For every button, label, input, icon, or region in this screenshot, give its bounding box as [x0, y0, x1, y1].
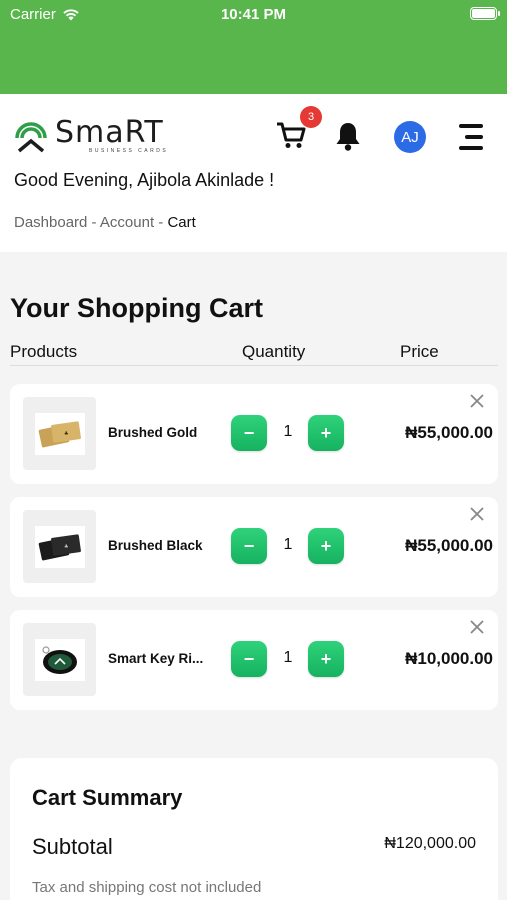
cart-count-badge: 3	[300, 106, 322, 128]
cart-column-headers: Products Quantity Price	[10, 342, 498, 366]
column-products: Products	[10, 342, 78, 361]
product-image: ♣	[23, 397, 96, 470]
cart-item: Smart Key Ri... − 1 + ₦10,000.00	[10, 610, 498, 710]
breadcrumb: Dashboard - Account - Cart	[14, 214, 196, 231]
subtotal-value: ₦120,000.00	[384, 835, 476, 852]
decrease-quantity-button[interactable]: −	[231, 415, 267, 451]
remove-item-close-icon[interactable]	[470, 620, 484, 634]
increase-quantity-button[interactable]: +	[308, 528, 344, 564]
breadcrumb-dashboard[interactable]: Dashboard	[14, 214, 87, 231]
tax-note: Tax and shipping cost not included	[32, 879, 262, 896]
item-name: Brushed Black	[108, 538, 203, 553]
item-price: ₦10,000.00	[405, 649, 493, 668]
breadcrumb-cart: Cart	[167, 214, 196, 231]
remove-item-close-icon[interactable]	[470, 507, 484, 521]
logo-wordmark: SmaRT	[55, 115, 164, 150]
breadcrumb-account[interactable]: Account	[100, 214, 154, 231]
logo-mark-icon	[15, 122, 47, 153]
decrease-quantity-button[interactable]: −	[231, 528, 267, 564]
item-quantity: 1	[283, 649, 293, 666]
black-card-image: ♣	[38, 533, 81, 560]
hamburger-menu-icon[interactable]	[455, 123, 483, 153]
cart-summary-title: Cart Summary	[32, 785, 183, 810]
status-bar: Carrier 10:41 PM	[0, 0, 507, 94]
gold-card-image: ♣	[38, 420, 81, 447]
greeting-text: Good Evening, Ajibola Akinlade !	[14, 170, 275, 190]
product-image	[23, 623, 96, 696]
notification-bell-icon[interactable]	[333, 120, 363, 152]
svg-text:♣: ♣	[64, 431, 68, 437]
svg-text:♣: ♣	[64, 544, 68, 550]
battery-icon	[470, 7, 500, 20]
increase-quantity-button[interactable]: +	[308, 415, 344, 451]
cart-summary-card: Cart Summary Subtotal ₦120,000.00 Tax an…	[10, 758, 498, 900]
user-avatar[interactable]: AJ	[394, 121, 426, 153]
item-price: ₦55,000.00	[405, 423, 493, 442]
logo-tagline: BUSINESS CARDS	[89, 148, 169, 154]
column-price: Price	[400, 342, 439, 361]
item-quantity: 1	[283, 423, 293, 440]
product-image: ♣	[23, 510, 96, 583]
item-quantity: 1	[283, 536, 293, 553]
increase-quantity-button[interactable]: +	[308, 641, 344, 677]
item-name: Smart Key Ri...	[108, 651, 204, 666]
breadcrumb-separator: -	[87, 214, 100, 231]
cart-item: ♣ Brushed Black − 1 + ₦55,000.00	[10, 497, 498, 597]
item-name: Brushed Gold	[108, 425, 198, 440]
subtotal-label: Subtotal	[32, 834, 113, 859]
smart-logo[interactable]: SmaRT BUSINESS CARDS	[13, 118, 168, 154]
key-ring-image	[41, 645, 77, 674]
column-quantity: Quantity	[242, 342, 306, 361]
clock: 10:41 PM	[220, 6, 287, 23]
breadcrumb-separator: -	[154, 214, 168, 231]
decrease-quantity-button[interactable]: −	[231, 641, 267, 677]
remove-item-close-icon[interactable]	[470, 394, 484, 408]
cart-item: ♣ Brushed Gold − 1 + ₦55,000.00	[10, 384, 498, 484]
item-price: ₦55,000.00	[405, 536, 493, 555]
page-title: Your Shopping Cart	[10, 293, 263, 323]
